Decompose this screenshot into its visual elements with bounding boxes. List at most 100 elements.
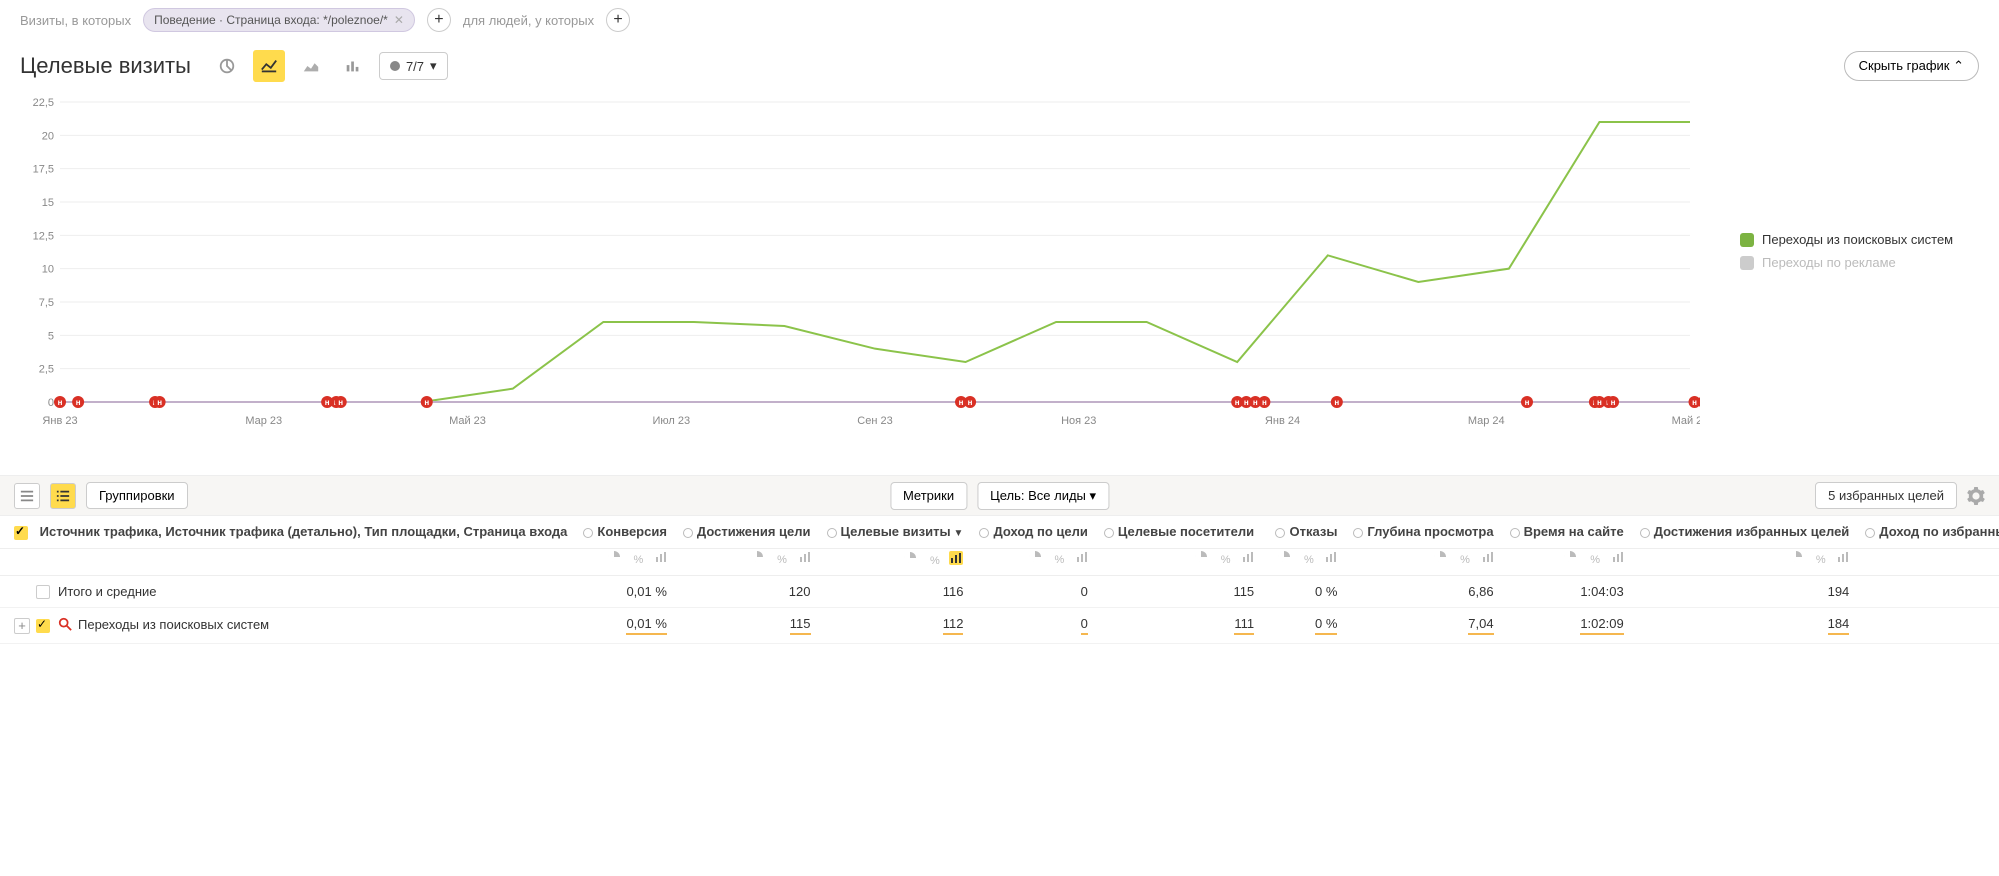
percent-icon[interactable]: % (773, 554, 787, 568)
pie-icon[interactable] (1027, 551, 1041, 565)
chart-type-bar-icon[interactable] (337, 50, 369, 82)
svg-text:10: 10 (42, 264, 54, 276)
pie-icon[interactable] (1276, 551, 1290, 565)
svg-text:н: н (959, 398, 964, 407)
table-header-metric[interactable]: Конверсия (575, 516, 675, 548)
radio-icon[interactable] (1865, 528, 1875, 538)
pie-icon[interactable] (1562, 551, 1576, 565)
svg-text:15: 15 (42, 197, 54, 209)
svg-text:н: н (1597, 398, 1602, 407)
legend-label: Переходы из поисковых систем (1762, 232, 1953, 247)
bars-icon[interactable] (949, 551, 963, 565)
percent-icon[interactable]: % (1456, 554, 1470, 568)
bars-icon[interactable] (653, 551, 667, 565)
percent-icon[interactable]: % (1300, 554, 1314, 568)
row-checkbox[interactable] (36, 619, 50, 633)
svg-text:Июл 23: Июл 23 (652, 415, 690, 427)
svg-text:2,5: 2,5 (39, 364, 54, 376)
table-header-metric[interactable]: Достижения избранных целей (1632, 516, 1858, 548)
radio-icon[interactable] (1640, 528, 1650, 538)
pie-icon[interactable] (749, 551, 763, 565)
pie-icon[interactable] (606, 551, 620, 565)
bars-icon[interactable] (1610, 551, 1624, 565)
page-title: Целевые визиты (20, 53, 191, 79)
radio-icon[interactable] (683, 528, 693, 538)
bars-icon[interactable] (1074, 551, 1088, 565)
main-chart[interactable]: 02,557,51012,51517,52022,5Янв 23Мар 23Ма… (20, 92, 1700, 432)
row-checkbox[interactable] (36, 585, 50, 599)
table-header-metric[interactable]: Глубина просмотра (1345, 516, 1501, 548)
svg-text:н: н (1262, 398, 1267, 407)
goal-selector[interactable]: Цель: Все лиды ▾ (977, 482, 1109, 510)
svg-text:5: 5 (48, 330, 54, 342)
table-header-metric[interactable]: Целевые посетители (1096, 516, 1262, 548)
svg-text:н: н (58, 398, 63, 407)
filter-chip-text: Поведение · Страница входа: */poleznoe/* (154, 13, 388, 27)
select-all-checkbox[interactable] (14, 526, 28, 540)
chart-type-area-icon[interactable] (295, 50, 327, 82)
add-people-filter-button[interactable]: + (606, 8, 630, 32)
bars-icon[interactable] (1480, 551, 1494, 565)
filter-chip-behavior[interactable]: Поведение · Страница входа: */poleznoe/*… (143, 8, 415, 32)
cell-value: 0,01 % (575, 575, 675, 608)
radio-icon[interactable] (583, 528, 593, 538)
svg-text:н: н (1244, 398, 1249, 407)
percent-icon[interactable]: % (1217, 554, 1231, 568)
radio-icon[interactable] (1275, 528, 1285, 538)
percent-icon[interactable]: % (926, 555, 940, 569)
bars-icon[interactable] (1323, 551, 1337, 565)
percent-icon[interactable]: % (1050, 554, 1064, 568)
table-header-metric[interactable]: Достижения цели (675, 516, 819, 548)
table-header-metric[interactable]: Доход по цели (971, 516, 1095, 548)
svg-text:Янв 23: Янв 23 (42, 415, 77, 427)
svg-text:22,5: 22,5 (33, 97, 54, 109)
hide-chart-button[interactable]: Скрыть график ⌃ (1844, 51, 1979, 81)
add-visit-filter-button[interactable]: + (427, 8, 451, 32)
svg-text:н: н (1692, 398, 1697, 407)
cell-value: 0 % (1262, 575, 1345, 608)
cell-value: 116 (819, 575, 972, 608)
expand-button[interactable]: + (14, 618, 30, 634)
percent-icon[interactable]: % (629, 554, 643, 568)
pie-icon[interactable] (1432, 551, 1446, 565)
favorite-goals-button[interactable]: 5 избранных целей (1815, 482, 1957, 509)
svg-text:н: н (325, 398, 330, 407)
pie-icon[interactable] (1193, 551, 1207, 565)
legend-item-search[interactable]: Переходы из поисковых систем (1740, 232, 1953, 247)
svg-text:Ноя 23: Ноя 23 (1061, 415, 1096, 427)
cell-value: 0 (1857, 608, 1999, 644)
close-icon[interactable]: ✕ (394, 13, 404, 27)
view-flat-button[interactable] (14, 483, 40, 509)
bars-icon[interactable] (797, 551, 811, 565)
series-count-label: 7/7 (406, 59, 424, 74)
radio-icon[interactable] (827, 528, 837, 538)
series-count-selector[interactable]: 7/7 ▾ (379, 52, 448, 80)
cell-value: 112 (819, 608, 972, 644)
bars-icon[interactable] (1835, 551, 1849, 565)
groupings-button[interactable]: Группировки (86, 482, 188, 509)
bars-icon[interactable] (1240, 551, 1254, 565)
radio-icon[interactable] (979, 528, 989, 538)
cell-value: 184 (1632, 608, 1858, 644)
table-header-metric[interactable]: Время на сайте (1502, 516, 1632, 548)
table-header-metric[interactable]: Доход по избранным целям (1857, 516, 1999, 548)
pie-icon[interactable] (902, 552, 916, 566)
gear-icon[interactable] (1967, 487, 1985, 505)
radio-icon[interactable] (1104, 528, 1114, 538)
legend-item-ads[interactable]: Переходы по рекламе (1740, 255, 1953, 270)
svg-text:Май 24: Май 24 (1672, 415, 1700, 427)
chart-type-pie-icon[interactable] (211, 50, 243, 82)
table-header-metric[interactable]: Отказы (1262, 516, 1345, 548)
pie-icon[interactable] (1788, 551, 1802, 565)
radio-icon[interactable] (1510, 528, 1520, 538)
view-tree-button[interactable] (50, 483, 76, 509)
cell-value: 0 (971, 575, 1095, 608)
table-header-metric[interactable]: Целевые визиты▼ (819, 516, 972, 548)
radio-icon[interactable] (1353, 528, 1363, 538)
metrics-button[interactable]: Метрики (890, 482, 967, 510)
chart-type-line-icon[interactable] (253, 50, 285, 82)
percent-icon[interactable]: % (1586, 554, 1600, 568)
svg-text:н: н (1525, 398, 1530, 407)
percent-icon[interactable]: % (1812, 554, 1826, 568)
svg-text:12,5: 12,5 (33, 230, 54, 242)
